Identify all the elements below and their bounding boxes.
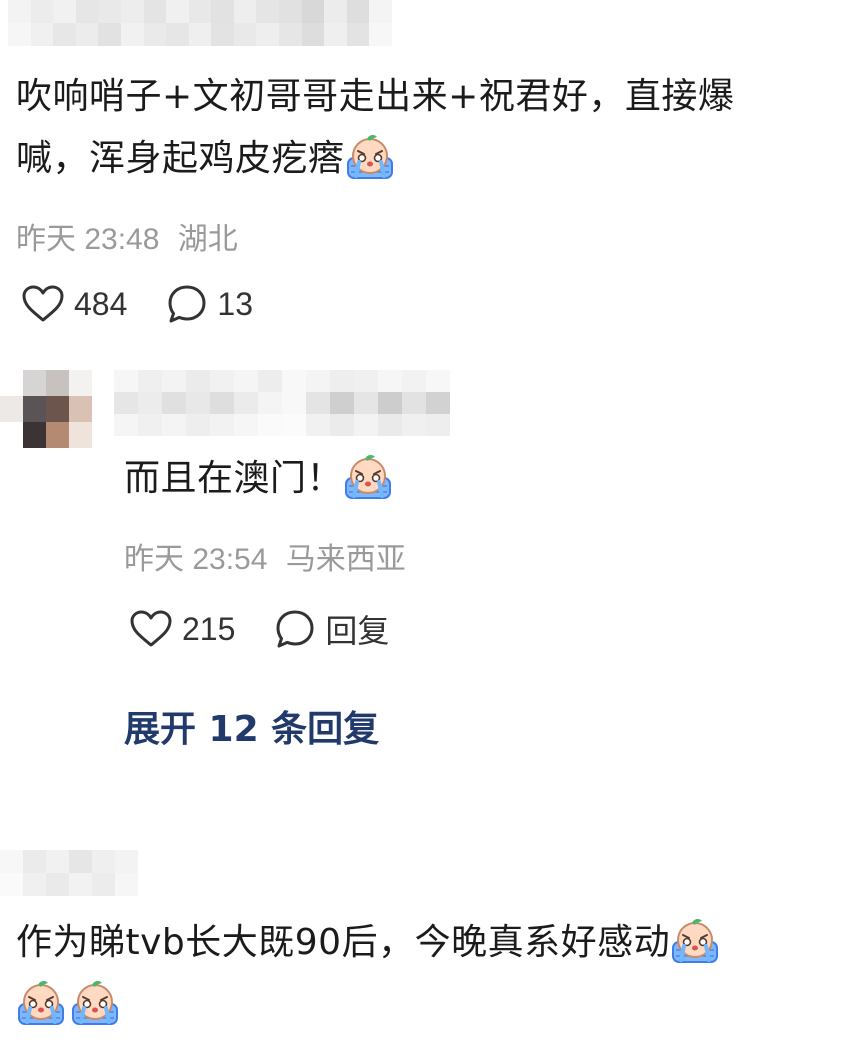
comment-location: 湖北 (177, 223, 238, 256)
comment-meta: 昨天 23:48 湖北 (16, 214, 238, 258)
reply-label: 回复 (325, 613, 390, 649)
comment-text-line: 作为睇tvb长大既90后，今晚真系好感动 (16, 912, 836, 974)
reply-meta: 昨天 23:54 马来西亚 (124, 534, 406, 578)
reply-text: 而且在澳门！ (124, 448, 393, 510)
comment-text: 作为睇tvb长大既90后，今晚真系好感动 (16, 912, 836, 1036)
heart-icon (130, 610, 172, 647)
avatar[interactable] (0, 370, 92, 448)
username-blurred (0, 850, 138, 896)
like-button[interactable]: 215 (130, 610, 235, 648)
comment-actions: 484 13 (22, 284, 253, 324)
comment-bubble-icon (276, 610, 314, 648)
expand-replies-button[interactable]: 展开 12 条回复 (124, 700, 379, 752)
crying-emoji-icon (671, 916, 720, 964)
username-blurred (114, 370, 450, 436)
crying-emoji-icon (345, 132, 394, 180)
username-blurred (8, 0, 392, 46)
like-button[interactable]: 484 (22, 285, 127, 323)
comment-text-line: 喊，浑身起鸡皮疙瘩 (16, 128, 836, 190)
comment-text-line: 吹响哨子+文初哥哥走出来+祝君好，直接爆 (16, 76, 735, 117)
crying-emoji-icon (344, 452, 393, 500)
reply-button[interactable]: 13 (167, 284, 253, 324)
comment-text-fragment: 作为睇tvb长大既90后，今晚真系好感动 (16, 922, 671, 963)
reply-button[interactable]: 回复 (275, 606, 389, 652)
heart-icon (22, 285, 64, 322)
reply-count: 13 (217, 285, 253, 322)
reply-text-content: 而且在澳门！ (124, 458, 344, 499)
reply-time: 昨天 23:54 (124, 543, 268, 576)
crying-emoji-icon (71, 978, 119, 1026)
crying-emoji-icon (17, 978, 65, 1026)
comment-text-fragment: 喊，浑身起鸡皮疙瘩 (16, 138, 345, 179)
comment-bubble-icon (168, 285, 206, 323)
comment-text-line (16, 974, 836, 1036)
comment-text: 吹响哨子+文初哥哥走出来+祝君好，直接爆 喊，浑身起鸡皮疙瘩 (16, 66, 836, 190)
reply-location: 马来西亚 (285, 543, 406, 576)
comment-time: 昨天 23:48 (16, 223, 160, 256)
like-count: 484 (74, 285, 128, 322)
reply-actions: 215 回复 (130, 606, 389, 652)
like-count: 215 (182, 610, 236, 647)
